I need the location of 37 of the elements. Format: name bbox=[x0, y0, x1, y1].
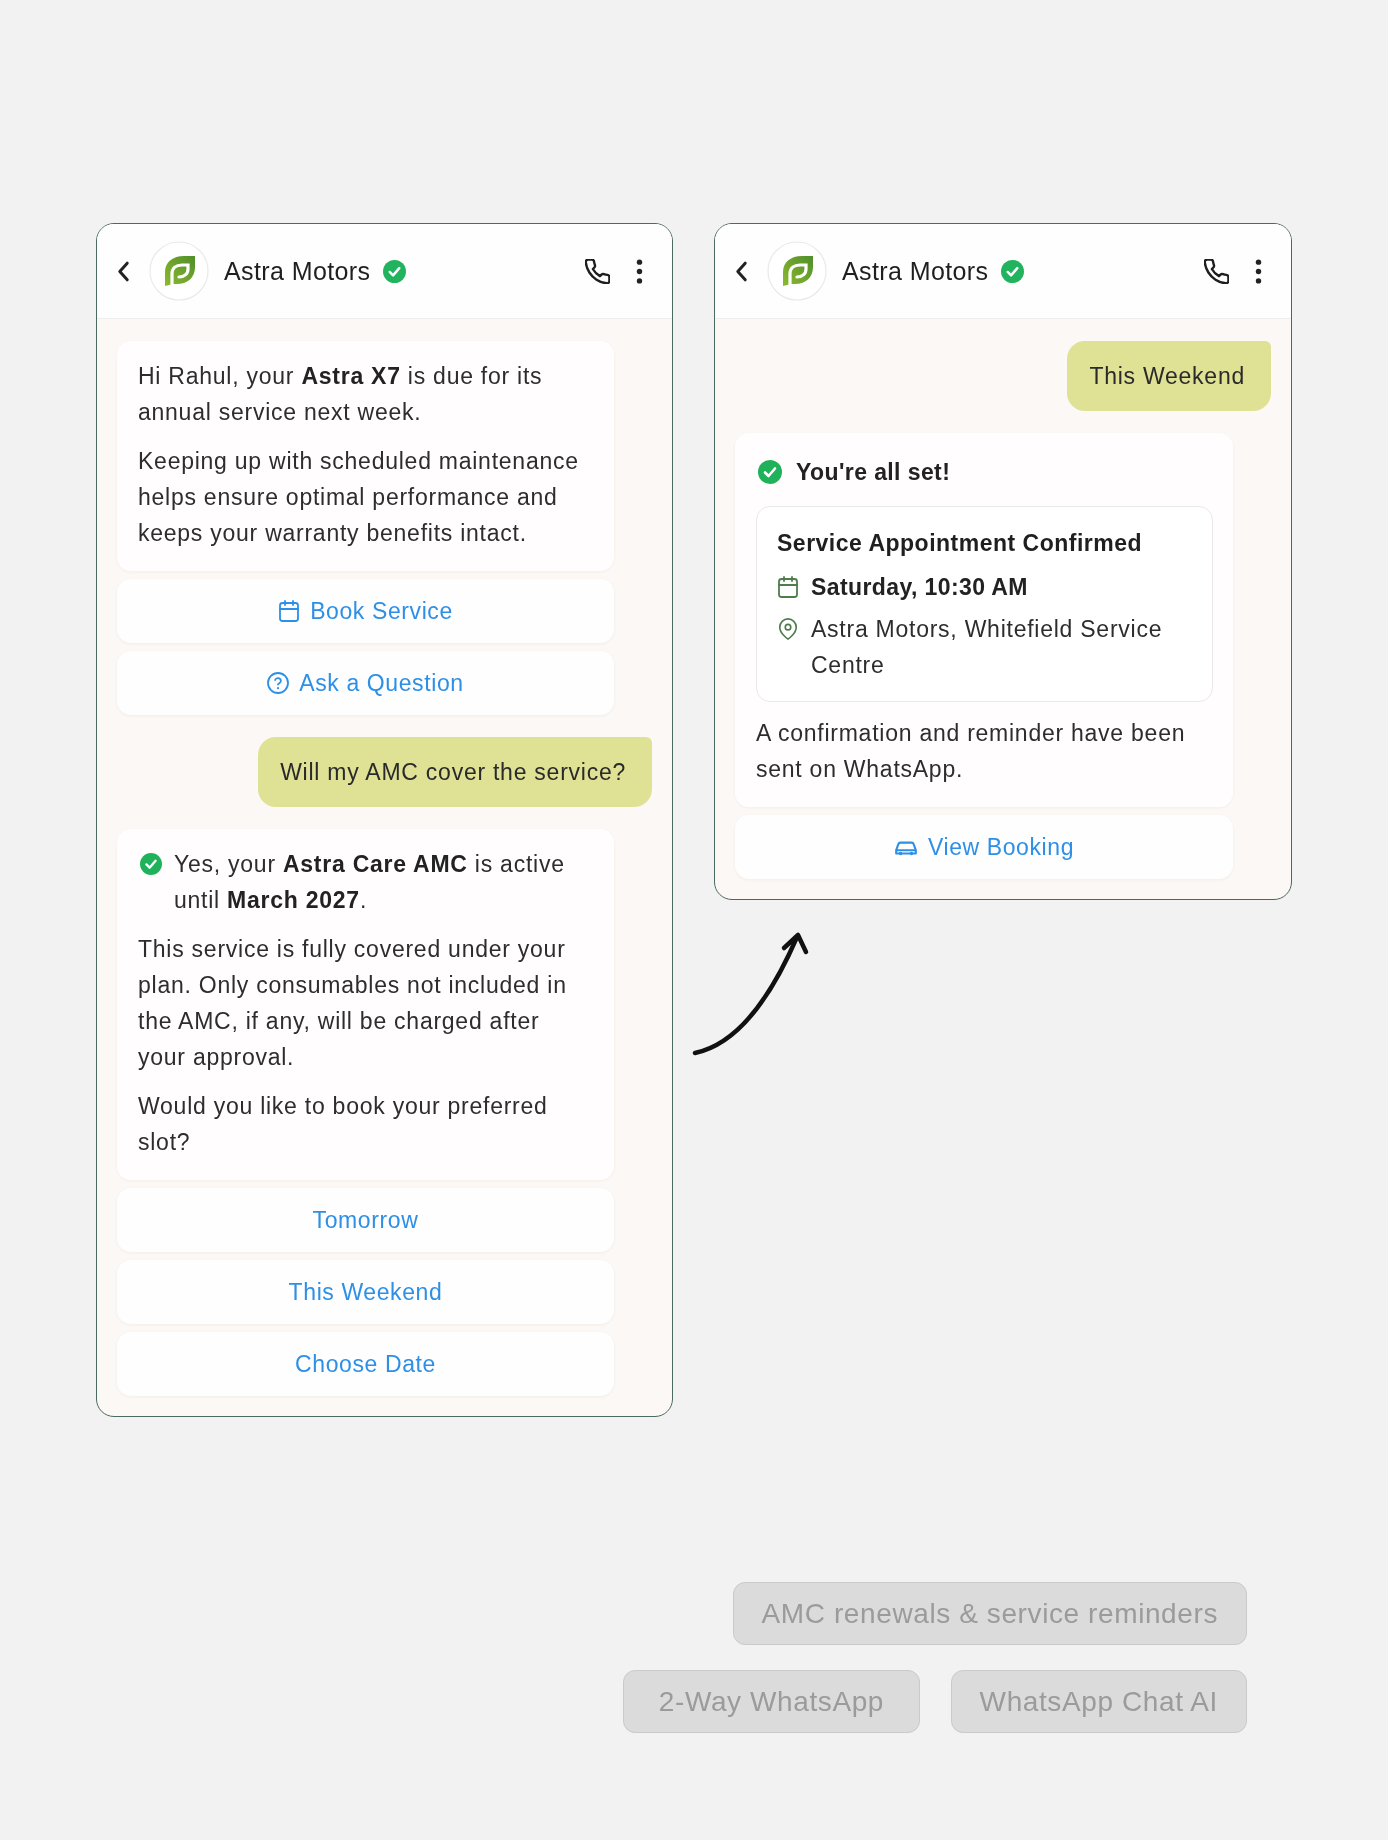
calendar-icon bbox=[778, 576, 798, 598]
appointment-time: Saturday, 10:30 AM bbox=[811, 573, 1028, 602]
message-text: Hi Rahul, your Astra X7 is due for its annual service next week. bbox=[138, 362, 544, 427]
more-menu-icon[interactable] bbox=[1255, 258, 1262, 284]
quick-reply-button[interactable]: Book Service bbox=[117, 579, 614, 643]
appointment-title: Service Appointment Confirmed bbox=[777, 529, 1144, 558]
check-circle-icon bbox=[140, 853, 162, 875]
status-text: Yes, your Astra Care AMC is active until March 2027. bbox=[174, 850, 566, 915]
quick-reply-button[interactable]: Tomorrow bbox=[117, 1188, 614, 1252]
message-text: This service is fully covered under your plan. Only consumables not included in the AMC, if any, will be charged after your approval. bbox=[138, 935, 568, 1072]
check-circle-icon bbox=[758, 460, 782, 484]
phone-icon[interactable] bbox=[585, 258, 610, 284]
message-text: Would you like to book your preferred slot? bbox=[138, 1092, 549, 1157]
quick-reply-button[interactable]: This Weekend bbox=[117, 1260, 614, 1324]
help-icon bbox=[267, 672, 290, 694]
phone-icon[interactable] bbox=[1204, 258, 1229, 284]
leaf-logo-icon bbox=[767, 241, 827, 301]
appointment-location: Astra Motors, Whitefield Service Centre bbox=[811, 615, 1164, 680]
more-menu-icon[interactable] bbox=[636, 258, 643, 284]
leaf-logo-icon bbox=[149, 241, 209, 301]
feature-tag: AMC renewals & service reminders bbox=[732, 1582, 1247, 1645]
feature-tag: WhatsApp Chat AI bbox=[950, 1670, 1247, 1733]
message-text: Keeping up with scheduled maintenance helps ensure optimal performance and keeps your warranty benefits intact. bbox=[138, 447, 580, 548]
feature-tag: 2-Way WhatsApp bbox=[623, 1670, 920, 1733]
quick-reply-button[interactable]: Choose Date bbox=[117, 1332, 614, 1396]
back-icon[interactable] bbox=[117, 260, 130, 282]
back-icon[interactable] bbox=[735, 260, 748, 282]
message-text: A confirmation and reminder have been sent on WhatsApp. bbox=[756, 719, 1187, 784]
quick-reply-button[interactable]: View Booking bbox=[735, 815, 1233, 879]
confirmation-heading: You're all set! bbox=[796, 458, 951, 487]
contact-name: Astra Motors bbox=[842, 256, 989, 286]
calendar-icon bbox=[278, 600, 301, 622]
quick-reply-button[interactable]: Ask a Question bbox=[117, 651, 614, 715]
user-message: This Weekend bbox=[1067, 341, 1271, 411]
contact-name: Astra Motors bbox=[224, 256, 371, 286]
user-message: Will my AMC cover the service? bbox=[258, 737, 652, 807]
location-pin-icon bbox=[778, 618, 798, 640]
